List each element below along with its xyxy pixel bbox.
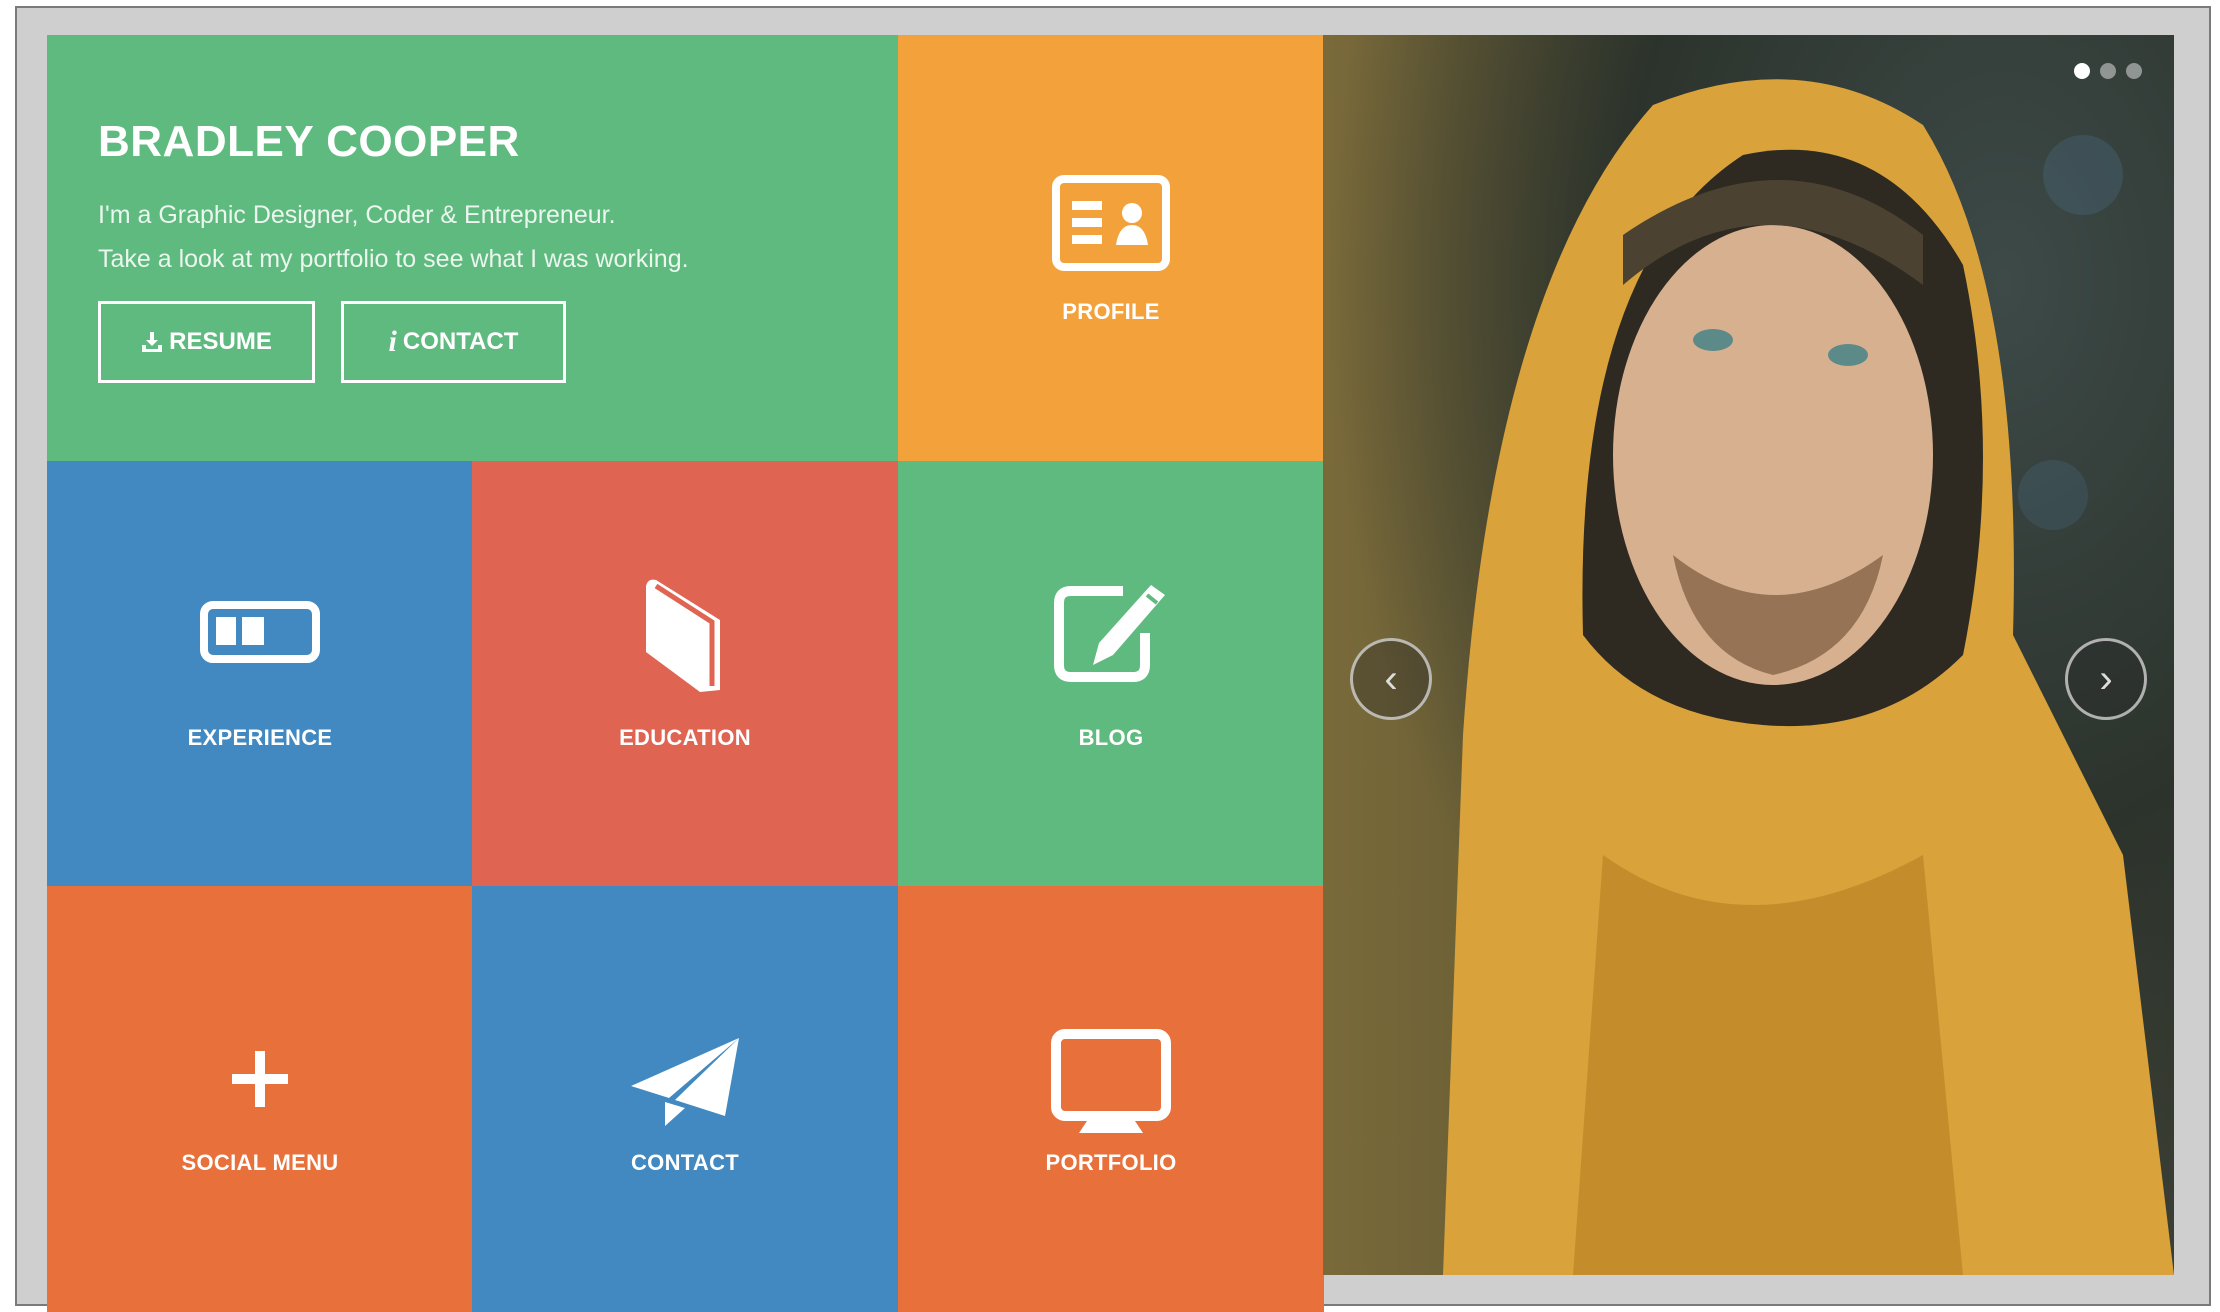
slider-dot-3[interactable] bbox=[2126, 63, 2142, 79]
profile-photo-slider: ‹ › bbox=[1323, 35, 2174, 1275]
chevron-right-icon: › bbox=[2099, 656, 2113, 701]
tile-label: BLOG bbox=[1078, 725, 1144, 750]
tile-profile[interactable]: PROFILE bbox=[898, 35, 1324, 461]
tagline: I'm a Graphic Designer, Coder & Entrepre… bbox=[98, 201, 616, 229]
slider-dot-2[interactable] bbox=[2100, 63, 2116, 79]
edit-icon bbox=[1054, 585, 1165, 682]
slider-dot-1[interactable] bbox=[2074, 63, 2090, 79]
tile-label: EXPERIENCE bbox=[187, 725, 333, 750]
tagline-2: Take a look at my portfolio to see what … bbox=[98, 245, 689, 273]
resume-label: RESUME bbox=[169, 328, 272, 355]
profile-photo bbox=[1443, 79, 2174, 1275]
chevron-left-icon: ‹ bbox=[1384, 656, 1398, 701]
id-card-icon bbox=[1052, 175, 1170, 271]
contact-label: CONTACT bbox=[402, 328, 519, 355]
tile-label: PROFILE bbox=[1062, 299, 1160, 324]
tile-contact[interactable]: CONTACT bbox=[472, 886, 898, 1312]
paper-plane-icon bbox=[631, 1038, 739, 1126]
tile-social-menu[interactable]: SOCIAL MENU bbox=[47, 886, 473, 1312]
tile-education[interactable]: EDUCATION bbox=[472, 461, 898, 887]
slider-next-button[interactable]: › bbox=[2065, 638, 2147, 720]
page-title: BRADLEY COOPER bbox=[98, 117, 520, 166]
tile-label: PORTFOLIO bbox=[1045, 1150, 1177, 1175]
tile-portfolio[interactable]: PORTFOLIO bbox=[898, 886, 1324, 1312]
tile-experience[interactable]: EXPERIENCE bbox=[47, 461, 473, 887]
info-icon: i bbox=[388, 325, 397, 358]
slider-dots bbox=[2074, 63, 2142, 79]
contact-button[interactable]: i CONTACT bbox=[341, 301, 566, 383]
tile-blog[interactable]: BLOG bbox=[898, 461, 1324, 887]
tile-label: CONTACT bbox=[630, 1150, 739, 1175]
monitor-icon bbox=[1051, 1029, 1171, 1133]
download-icon bbox=[142, 332, 163, 352]
tile-label: EDUCATION bbox=[619, 725, 751, 750]
slider-prev-button[interactable]: ‹ bbox=[1350, 638, 1432, 720]
hero-tile: BRADLEY COOPER I'm a Graphic Designer, C… bbox=[47, 35, 898, 461]
experience-icon bbox=[200, 601, 320, 663]
plus-icon bbox=[232, 1051, 288, 1107]
resume-button[interactable]: RESUME bbox=[98, 301, 315, 383]
book-icon bbox=[646, 579, 720, 692]
tile-label: SOCIAL MENU bbox=[181, 1150, 339, 1175]
